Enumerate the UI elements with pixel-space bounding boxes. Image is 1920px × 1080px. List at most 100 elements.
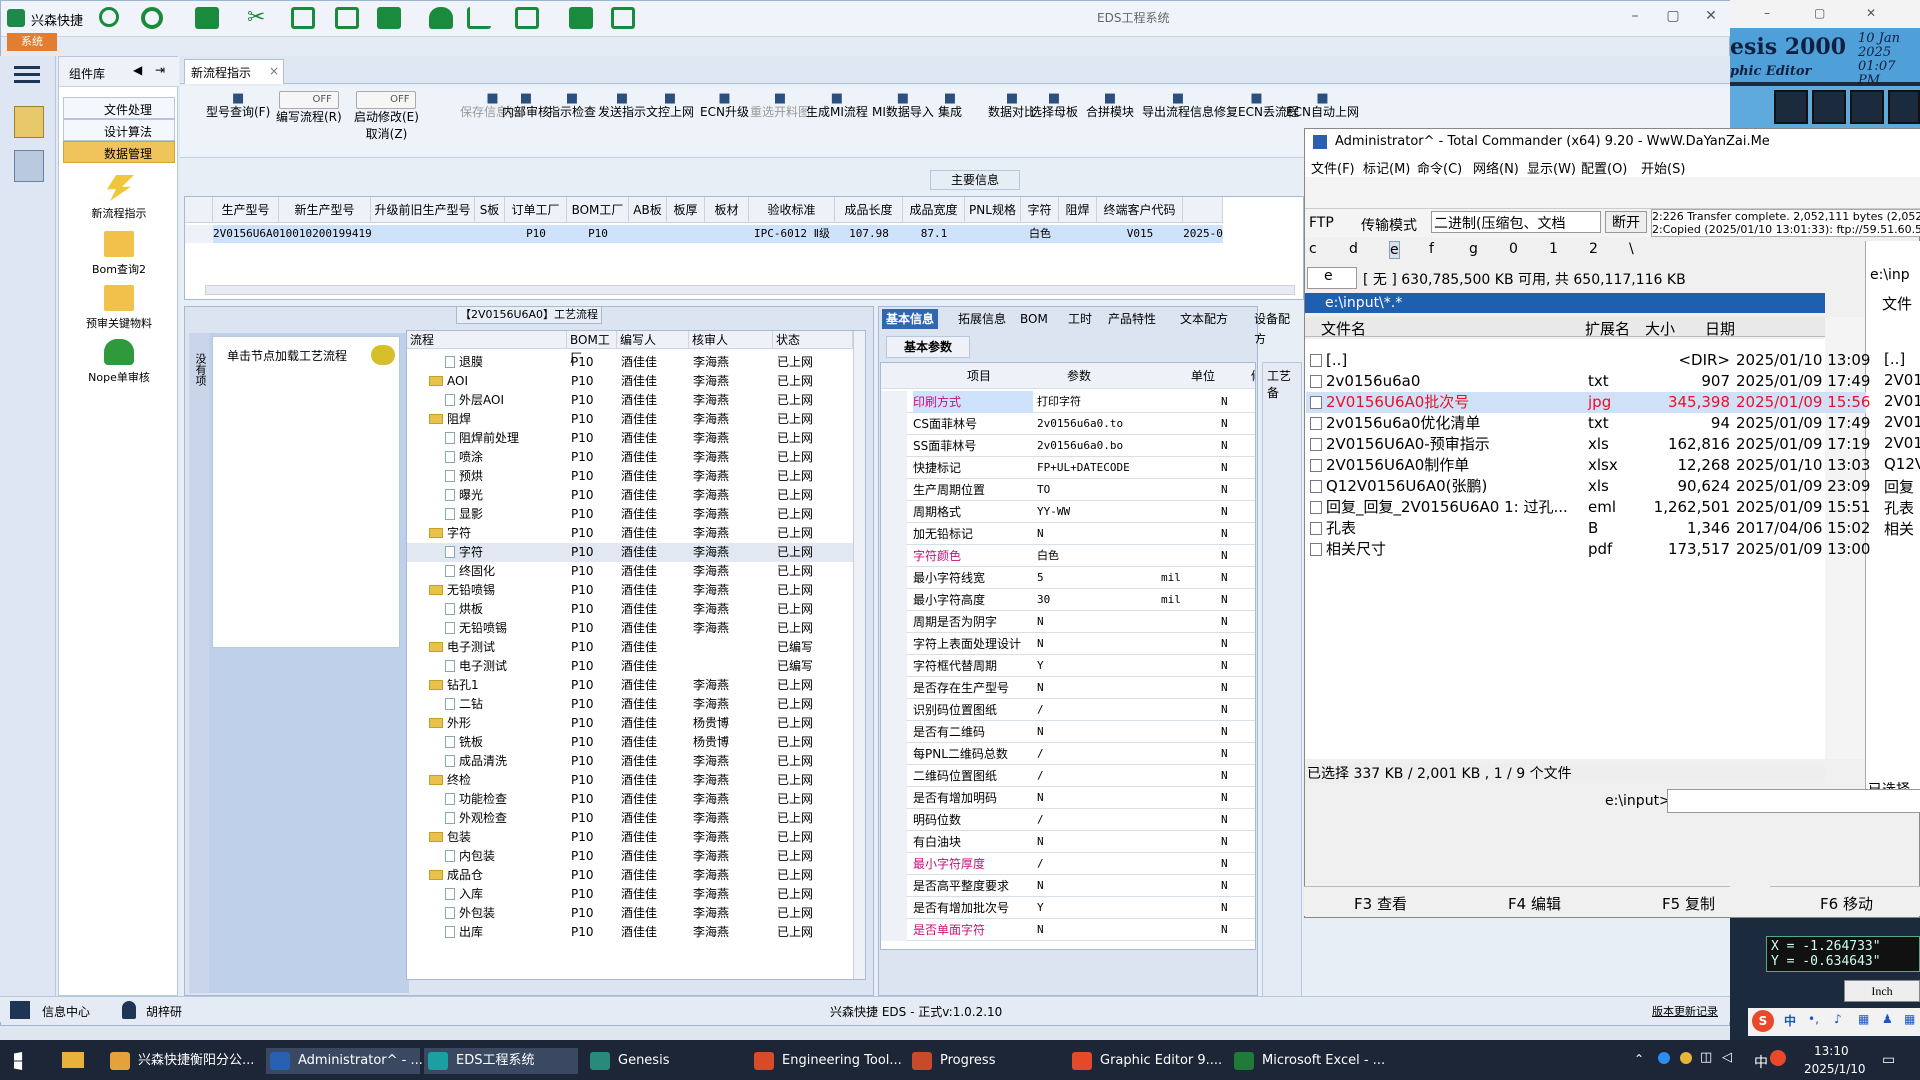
tree-row[interactable]: 阻焊 P10 酒佳佳 李海燕 已上网 [407,410,853,429]
info-tab[interactable]: 文本配方 [1176,309,1232,329]
tree-row[interactable]: AOI P10 酒佳佳 李海燕 已上网 [407,372,853,391]
grid-header[interactable]: 板材 [705,197,749,223]
info-row[interactable]: 是否单面字符 N N [881,919,1255,941]
taskbar-item[interactable]: Progress [908,1048,1062,1074]
taskbar-item[interactable]: Microsoft Excel - ... [1230,1048,1385,1074]
clock-date[interactable]: 2025/1/10 [1804,1062,1866,1076]
file-row[interactable]: 2v0156u6a0 txt 907 2025/01/09 17:49 [1306,371,1870,392]
grid-cell[interactable]: 2025-0 [1183,225,1223,243]
taskbar-item[interactable]: Genesis [586,1048,740,1074]
menu-net[interactable]: 网络(N) [1473,158,1519,177]
file-row[interactable]: 相关尺寸 pdf 173,517 2025/01/09 13:00 [1306,539,1870,560]
right-path[interactable]: e:\inp [1870,267,1910,283]
grid-header[interactable]: 订单工厂 [505,197,567,223]
f6-move-button[interactable]: F6 移动 [1820,893,1873,914]
ribbon-button-list[interactable]: ■ 合拼模块 [1086,90,1134,121]
close-button[interactable]: ✕ [1701,8,1721,24]
right-file[interactable]: 2V01 [1884,434,1920,452]
grid-header[interactable]: 阻焊 [1059,197,1097,223]
info-row[interactable]: 明码位数 / N [881,809,1255,831]
grid-cell[interactable] [475,225,505,243]
grid-cell[interactable]: 87.1 [903,225,965,243]
right-col[interactable]: 文件 [1882,293,1912,314]
taskbar-item[interactable]: Administrator^ - ... [266,1048,423,1074]
taskbar-item[interactable]: EDS工程系统 [424,1048,578,1074]
tree-row[interactable]: 成品清洗 P10 酒佳佳 李海燕 已上网 [407,752,853,771]
chat-bubble-icon[interactable] [371,345,395,365]
tree-row[interactable]: 外观检查 P10 酒佳佳 李海燕 已上网 [407,809,853,828]
tree-row[interactable]: 入库 P10 酒佳佳 李海燕 已上网 [407,885,853,904]
grid-cell[interactable] [705,225,749,243]
tree-row[interactable]: 无铅喷锡 P10 酒佳佳 李海燕 已上网 [407,581,853,600]
grid-header[interactable]: AB板 [629,197,667,223]
status-info-center[interactable]: 信息中心 [42,1003,90,1020]
ribbon-button-toggle[interactable]: OFF 启动修改(E) 取消(Z) [354,90,419,143]
version-log-link[interactable]: 版本更新记录 [1652,1003,1718,1019]
ribbon-button-shuffle[interactable]: ■ 选择母板 [1030,90,1078,121]
info-row[interactable]: 最小字符厚度 / N [881,853,1255,875]
menu-mark[interactable]: 标记(M) [1363,158,1410,177]
maximize-button[interactable]: ▢ [1663,8,1683,24]
disconnect-button[interactable]: 断开 [1605,211,1647,233]
tree-header[interactable]: 流程 [407,331,567,349]
sogou-icon[interactable]: S [1752,1010,1774,1032]
ribbon-button-download[interactable]: ■ 集成 [938,90,962,121]
calculator-icon[interactable] [14,150,44,182]
skin-icon[interactable]: ♟ [1882,1012,1893,1026]
windows-icon[interactable] [569,7,593,29]
grid-header[interactable]: BOM工厂 [567,197,629,223]
info-row[interactable]: 二维码位置图纸 / N [881,765,1255,787]
grid-cell[interactable] [667,225,705,243]
tree-row[interactable]: 出库 P10 酒佳佳 李海燕 已上网 [407,923,853,942]
pre-review-tool[interactable]: 预审关键物料 [65,285,173,331]
tree-row[interactable]: 电子测试 P10 酒佳佳 已编写 [407,657,853,676]
tree-row[interactable]: 烘板 P10 酒佳佳 李海燕 已上网 [407,600,853,619]
col-ext[interactable]: 扩展名 [1585,318,1630,339]
tools-icon[interactable]: ▦ [1904,1012,1915,1026]
menu-config[interactable]: 配置(O) [1581,158,1627,177]
film-icon[interactable] [291,7,315,29]
tree-row[interactable]: 包装 P10 酒佳佳 李海燕 已上网 [407,828,853,847]
tree-row[interactable]: 预烘 P10 酒佳佳 李海燕 已上网 [407,467,853,486]
yx-logo-icon[interactable] [14,106,44,138]
drive-button[interactable]: \ [1629,241,1634,257]
tree-row[interactable]: 电子测试 P10 酒佳佳 已编写 [407,638,853,657]
search-icon[interactable] [99,7,119,27]
info-row[interactable]: 有白油块 N N [881,831,1255,853]
ribbon-button-toggle[interactable]: OFF 编写流程(R) [276,90,342,126]
user-icon[interactable] [429,7,453,29]
ribbon-button-print[interactable]: ■ 内部审核 [502,90,550,121]
minimize-button[interactable]: – [1625,8,1645,24]
tree-row[interactable]: 终固化 P10 酒佳佳 李海燕 已上网 [407,562,853,581]
info-row[interactable]: 是否有二维码 N N [881,721,1255,743]
ribbon-button-compare[interactable]: ■ 数据对比 [988,90,1036,121]
col-size[interactable]: 大小 [1645,318,1675,339]
file-row[interactable]: 2V0156U6A0-预审指示 xls 162,816 2025/01/09 17:1… [1306,434,1870,455]
info-row[interactable]: 加无铅标记 N N [881,523,1255,545]
grid-cell[interactable] [629,225,667,243]
taskbar-item[interactable]: Engineering Tool... [750,1048,904,1074]
grid-cell[interactable] [371,225,475,243]
info-row[interactable]: 是否有增加明码 N N [881,787,1255,809]
file-row[interactable]: [..] <DIR> 2025/01/10 13:09 [1306,350,1870,371]
ribbon-button-export[interactable]: ■ 导出流程信息 [1142,90,1214,121]
info-row[interactable]: 是否存在生产型号 N N [881,677,1255,699]
info-row[interactable]: 最小字符高度 30 mil N [881,589,1255,611]
tree-row[interactable]: 曝光 P10 酒佳佳 李海燕 已上网 [407,486,853,505]
grid-cell[interactable]: 白色 [1021,225,1059,243]
nav-dock-icon[interactable]: ⇥ [155,63,165,77]
info-row[interactable]: CS面菲林号 2v0156u6a0.to N [881,413,1255,435]
tree-header[interactable]: BOM工厂 [567,331,617,365]
info-subtab[interactable]: 基本参数 [886,336,970,358]
tray-shield-icon[interactable] [1658,1052,1670,1064]
tree-row[interactable]: 铣板 P10 酒佳佳 杨贵博 已上网 [407,733,853,752]
right-file[interactable]: 回复 [1884,476,1920,497]
info-header-cell[interactable]: 项目 [967,363,991,389]
file-row[interactable]: 2V0156U6A0制作单 xlsx 12,268 2025/01/10 13:03 [1306,455,1870,476]
copy-icon[interactable] [335,7,359,29]
nav-prev-icon[interactable]: ◀ [133,63,142,77]
drive-button[interactable]: f [1429,241,1434,257]
grid-header[interactable]: 升级前旧生产型号 [371,197,475,223]
right-file[interactable]: [..] [1884,350,1920,368]
table-icon[interactable] [195,7,219,29]
